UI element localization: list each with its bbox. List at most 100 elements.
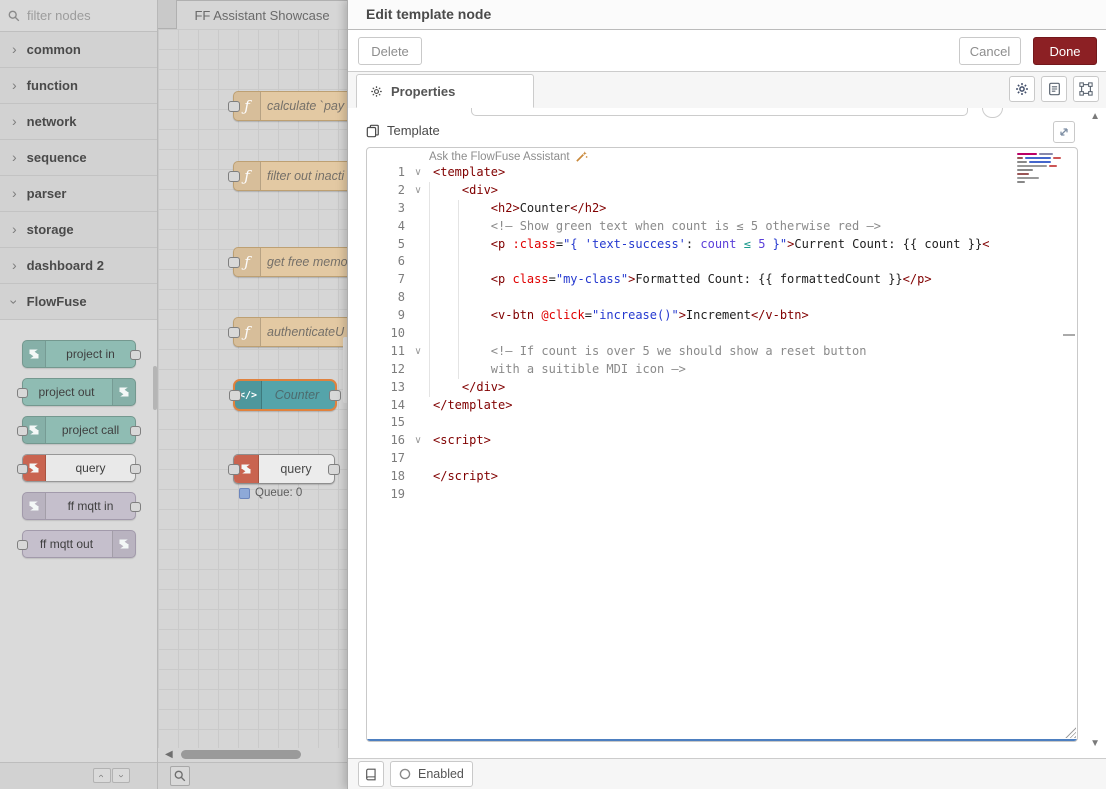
palette-scrollbar-thumb[interactable] bbox=[153, 366, 157, 410]
input-port[interactable] bbox=[228, 257, 240, 268]
line-number: 17 bbox=[367, 450, 409, 468]
tab-properties[interactable]: Properties bbox=[356, 74, 534, 108]
zoom-search-button[interactable] bbox=[170, 766, 190, 786]
node-settings-button[interactable] bbox=[1009, 76, 1035, 102]
chevron-right-icon: › bbox=[12, 114, 17, 128]
palette-category-parser[interactable]: ›parser bbox=[0, 176, 157, 212]
status-text: Queue: 0 bbox=[255, 487, 302, 499]
palette-node-ff-mqtt-in[interactable]: ff mqtt in bbox=[22, 492, 136, 520]
palette-search[interactable] bbox=[0, 0, 157, 32]
code-content bbox=[427, 289, 433, 307]
fold-arrow-icon[interactable]: ∨ bbox=[409, 182, 427, 200]
code-line: 11∨ <!— If count is over 5 we should sho… bbox=[367, 343, 1077, 361]
code-line: 7 <p class="my-class">Formatted Count: {… bbox=[367, 271, 1077, 289]
scroll-left-icon[interactable]: ◀ bbox=[165, 749, 173, 760]
node-port bbox=[130, 350, 141, 360]
flow-node-filter-out-inacti[interactable]: ƒfilter out inacti bbox=[233, 161, 348, 191]
palette-category-sequence[interactable]: ›sequence bbox=[0, 140, 157, 176]
enabled-toggle[interactable]: Enabled bbox=[390, 761, 473, 787]
flow-node-authenticateu[interactable]: ƒauthenticateU bbox=[233, 317, 348, 347]
node-appearance-button[interactable] bbox=[1073, 76, 1099, 102]
token bbox=[433, 344, 491, 358]
docs-button[interactable] bbox=[358, 761, 384, 787]
code-content bbox=[427, 450, 433, 468]
scroll-down-icon[interactable]: ▼ bbox=[1090, 738, 1100, 749]
palette-category-function[interactable]: ›function bbox=[0, 68, 157, 104]
function-glyph: ƒ bbox=[244, 167, 250, 185]
token bbox=[433, 237, 491, 251]
code-lines[interactable]: 1∨<template>2∨ <div>3 <h2>Counter</h2>4 … bbox=[367, 164, 1077, 504]
flow-node-get-free-memo[interactable]: ƒget free memo bbox=[233, 247, 348, 277]
edit-node-dialog: Edit template node Delete Cancel Done Pr… bbox=[347, 0, 1106, 789]
flowfuse-icon bbox=[239, 463, 253, 475]
palette-node-label: project out bbox=[23, 379, 111, 405]
chevron-down-icon: › bbox=[7, 299, 21, 304]
fold-spacer bbox=[409, 468, 427, 486]
output-port[interactable] bbox=[328, 464, 340, 475]
token: ≤ bbox=[737, 237, 759, 251]
fold-spacer bbox=[409, 289, 427, 307]
cancel-button[interactable]: Cancel bbox=[959, 37, 1021, 65]
chevron-right-icon: › bbox=[12, 186, 17, 200]
line-number: 2 bbox=[367, 182, 409, 200]
input-port[interactable] bbox=[228, 464, 240, 475]
flow-node-counter[interactable]: </>Counter bbox=[233, 379, 337, 411]
dialog-tab-icons bbox=[1009, 76, 1099, 102]
input-port[interactable] bbox=[228, 171, 240, 182]
token bbox=[433, 183, 462, 197]
flow-node-query[interactable]: query bbox=[233, 454, 335, 484]
scrolled-field-remnant bbox=[471, 108, 968, 116]
editor-resize-handle[interactable] bbox=[1065, 727, 1076, 738]
output-port[interactable] bbox=[329, 390, 341, 401]
assistant-hint[interactable]: Ask the FlowFuse Assistant bbox=[429, 149, 588, 164]
delete-button[interactable]: Delete bbox=[358, 37, 422, 65]
overview-ruler-mark bbox=[1063, 334, 1075, 336]
palette-node-project-out[interactable]: project out bbox=[22, 378, 136, 406]
code-line: 16∨<script> bbox=[367, 432, 1077, 450]
palette-node-query[interactable]: query bbox=[22, 454, 136, 482]
palette-categories: ›common›function›network›sequence›parser… bbox=[0, 32, 157, 320]
input-port[interactable] bbox=[229, 390, 241, 401]
token: : bbox=[686, 237, 700, 251]
palette-category-dashboard-2[interactable]: ›dashboard 2 bbox=[0, 248, 157, 284]
done-button[interactable]: Done bbox=[1033, 37, 1097, 65]
flow-tab-label: FF Assistant Showcase bbox=[194, 8, 329, 23]
palette-category-label: network bbox=[27, 114, 77, 129]
palette-category-storage[interactable]: ›storage bbox=[0, 212, 157, 248]
node-label: calculate `pay bbox=[267, 92, 344, 120]
palette-category-flowfuse[interactable]: ›FlowFuse bbox=[0, 284, 157, 320]
palette-node-project-call[interactable]: project call bbox=[22, 416, 136, 444]
line-number: 13 bbox=[367, 379, 409, 397]
palette-node-label: project call bbox=[47, 417, 135, 443]
palette-node-project-in[interactable]: project in bbox=[22, 340, 136, 368]
input-port[interactable] bbox=[228, 101, 240, 112]
code-line: 5 <p :class="{ 'text-success': count ≤ 5… bbox=[367, 236, 1077, 254]
code-editor[interactable]: Ask the FlowFuse Assistant 1∨<template>2… bbox=[366, 147, 1078, 742]
collapse-all-button[interactable]: › bbox=[93, 768, 111, 783]
palette-node-ff-mqtt-out[interactable]: ff mqtt out bbox=[22, 530, 136, 558]
line-number: 19 bbox=[367, 486, 409, 504]
palette-filter-input[interactable] bbox=[25, 7, 149, 24]
palette-category-common[interactable]: ›common bbox=[0, 32, 157, 68]
input-port[interactable] bbox=[228, 327, 240, 338]
editor-focus-underline bbox=[367, 739, 1077, 741]
flow-canvas[interactable]: ƒcalculate `payƒfilter out inactiƒget fr… bbox=[158, 29, 348, 748]
palette-category-label: common bbox=[27, 42, 81, 57]
code-line: 6 bbox=[367, 253, 1077, 271]
token: 'text-success' bbox=[585, 237, 686, 251]
palette-category-network[interactable]: › network bbox=[0, 104, 157, 140]
node-description-button[interactable] bbox=[1041, 76, 1067, 102]
fold-arrow-icon[interactable]: ∨ bbox=[409, 343, 427, 361]
scroll-up-icon[interactable]: ▲ bbox=[1090, 111, 1100, 122]
canvas-hscrollbar[interactable]: ◀ bbox=[158, 748, 348, 762]
hscroll-thumb[interactable] bbox=[181, 750, 301, 759]
editor-minimap bbox=[1017, 151, 1065, 205]
flow-node-calculate-pay[interactable]: ƒcalculate `pay bbox=[233, 91, 348, 121]
fold-arrow-icon[interactable]: ∨ bbox=[409, 164, 427, 182]
fold-arrow-icon[interactable]: ∨ bbox=[409, 432, 427, 450]
expand-editor-button[interactable] bbox=[1053, 121, 1075, 143]
code-content: </template> bbox=[427, 397, 512, 415]
expand-all-button[interactable]: › bbox=[112, 768, 130, 783]
flow-tab[interactable]: FF Assistant Showcase bbox=[176, 0, 348, 29]
node-port bbox=[130, 426, 141, 436]
